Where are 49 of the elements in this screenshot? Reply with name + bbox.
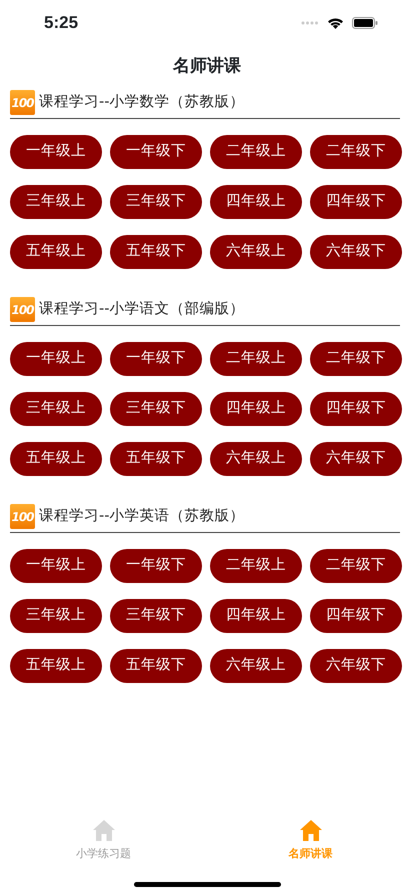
grade-button[interactable]: 五年级下	[110, 235, 202, 269]
section-title: 课程学习--小学语文（部编版）	[39, 300, 244, 319]
grade-button[interactable]: 四年级上	[210, 392, 302, 426]
grade-button[interactable]: 三年级上	[10, 185, 102, 219]
section-title: 课程学习--小学英语（苏教版）	[39, 506, 244, 526]
status-time: 5:25	[44, 12, 78, 34]
grade-button[interactable]: 六年级下	[310, 442, 402, 476]
logo: 100	[10, 504, 35, 529]
section-title: 课程学习--小学数学（苏教版）	[39, 92, 244, 112]
grade-button[interactable]: 二年级上	[210, 342, 302, 376]
grade-button[interactable]: 四年级下	[310, 185, 402, 219]
grade-button[interactable]: 三年级上	[10, 599, 102, 633]
grade-button[interactable]: 三年级下	[110, 185, 202, 219]
grade-button[interactable]: 一年级上	[10, 549, 102, 583]
grade-button[interactable]: 四年级上	[210, 185, 302, 219]
wifi-icon	[327, 17, 344, 29]
grade-button[interactable]: 二年级上	[210, 135, 302, 169]
battery-icon	[352, 17, 378, 29]
home-icon	[92, 820, 114, 841]
grade-button[interactable]: 一年级上	[10, 342, 102, 376]
logo: 100	[10, 90, 35, 115]
grade-button[interactable]: 二年级下	[310, 135, 402, 169]
grade-button[interactable]: 一年级下	[110, 549, 202, 583]
grade-button[interactable]: 六年级上	[210, 442, 302, 476]
grade-button[interactable]: 三年级上	[10, 392, 102, 426]
grade-button[interactable]: 二年级下	[310, 342, 402, 376]
grade-button[interactable]: 一年级上	[10, 135, 102, 169]
grade-button[interactable]: 二年级上	[210, 549, 302, 583]
grade-button[interactable]: 五年级下	[110, 442, 202, 476]
grade-button[interactable]: 一年级下	[110, 135, 202, 169]
home-icon	[300, 820, 322, 841]
grade-button[interactable]: 五年级上	[10, 235, 102, 269]
grade-button[interactable]: 四年级下	[310, 392, 402, 426]
grade-button[interactable]: 二年级下	[310, 549, 402, 583]
grade-button[interactable]: 四年级下	[310, 599, 402, 633]
grade-button[interactable]: 四年级上	[210, 599, 302, 633]
signal-icon	[301, 21, 319, 25]
page-title: 名师讲课	[173, 55, 241, 78]
grade-button[interactable]: 六年级上	[210, 235, 302, 269]
grade-button[interactable]: 五年级下	[110, 649, 202, 683]
grade-button[interactable]: 五年级上	[10, 442, 102, 476]
grade-button[interactable]: 六年级上	[210, 649, 302, 683]
grade-button[interactable]: 六年级下	[310, 649, 402, 683]
grade-button[interactable]: 三年级下	[110, 599, 202, 633]
logo: 100	[10, 297, 35, 322]
grade-button[interactable]: 三年级下	[110, 392, 202, 426]
grade-button[interactable]: 一年级下	[110, 342, 202, 376]
grade-button[interactable]: 六年级下	[310, 235, 402, 269]
grade-button[interactable]: 五年级上	[10, 649, 102, 683]
